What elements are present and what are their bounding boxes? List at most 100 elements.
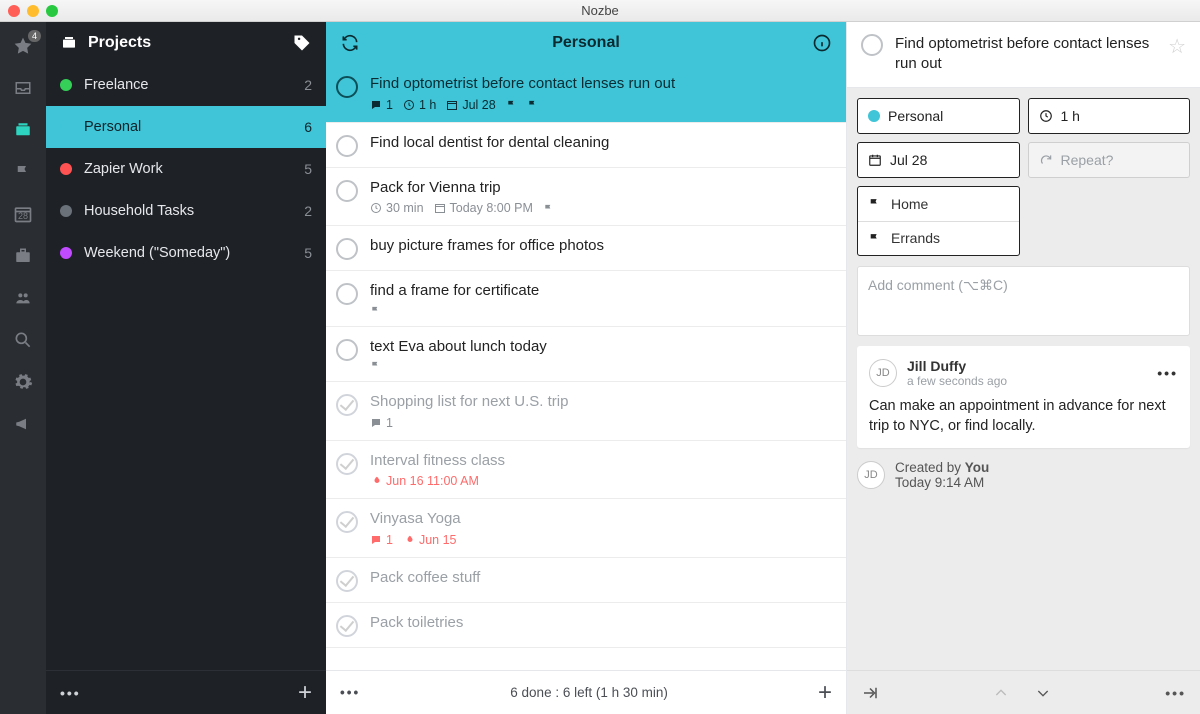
add-comment-input[interactable]: Add comment (⌥⌘C) (857, 266, 1190, 336)
detail-contexts[interactable]: Home Errands (857, 186, 1020, 256)
project-name: Freelance (84, 77, 292, 93)
rail-team[interactable] (9, 286, 37, 310)
task-row[interactable]: Find optometrist before contact lenses r… (326, 64, 846, 123)
suitcase-icon (14, 247, 32, 265)
task-panel-header: Personal (326, 22, 846, 64)
task-checkbox[interactable] (336, 615, 358, 637)
task-checkbox[interactable] (336, 76, 358, 98)
project-item[interactable]: Personal6 (46, 106, 326, 148)
comment-card: JD Jill Duffy a few seconds ago ••• Can … (857, 346, 1190, 449)
collapse-icon (861, 684, 879, 702)
task-name: Pack for Vienna trip (370, 178, 832, 198)
calendar-icon (434, 202, 446, 214)
detail-date-pill[interactable]: Jul 28 (857, 142, 1020, 178)
megaphone-icon (13, 415, 33, 433)
project-list: Freelance 2 Personal6 Zapier Work 5 Household… (46, 64, 326, 670)
chevron-down-icon (1035, 685, 1051, 701)
task-name: Interval fitness class (370, 451, 832, 471)
task-more-button[interactable]: ••• (340, 685, 360, 700)
project-name: Zapier Work (84, 161, 292, 177)
next-task-button[interactable] (1035, 685, 1051, 701)
context-item[interactable]: Home (858, 187, 1019, 221)
detail-project-pill[interactable]: Personal (857, 98, 1020, 134)
rail-settings[interactable] (9, 370, 37, 394)
tag-icon[interactable] (292, 33, 312, 53)
info-button[interactable] (810, 33, 834, 53)
rail-projects[interactable] (9, 118, 37, 142)
prev-task-button[interactable] (993, 685, 1009, 701)
project-count: 2 (304, 77, 312, 93)
task-checkbox[interactable] (336, 180, 358, 202)
task-checkbox[interactable] (336, 238, 358, 260)
project-color-dot (60, 163, 72, 175)
project-item[interactable]: Freelance 2 (46, 64, 326, 106)
task-name: Pack coffee stuff (370, 568, 832, 588)
fire-icon (403, 534, 415, 546)
rail-announce[interactable] (9, 412, 37, 436)
detail-star-button[interactable]: ☆ (1168, 34, 1186, 75)
refresh-button[interactable] (338, 33, 362, 53)
clock-icon (370, 202, 382, 214)
task-checkbox[interactable] (336, 339, 358, 361)
task-row[interactable]: Pack toiletries (326, 603, 846, 648)
comment-author: Jill Duffy (907, 358, 1147, 374)
projects-sidebar: Projects Freelance2Personal6Zapier Work5… (46, 22, 326, 714)
project-item[interactable]: Zapier Work 5 (46, 148, 326, 190)
task-row[interactable]: text Eva about lunch today (326, 327, 846, 383)
task-checkbox[interactable] (336, 283, 358, 305)
task-row[interactable]: Interval fitness classJun 16 11:00 AM (326, 441, 846, 500)
project-count: 5 (304, 161, 312, 177)
detail-more-button[interactable]: ••• (1165, 685, 1186, 701)
project-color-dot (868, 110, 880, 122)
refresh-icon (340, 33, 360, 53)
flag-icon (868, 232, 881, 245)
collapse-button[interactable] (861, 684, 879, 702)
project-item[interactable]: Household Tasks2 (46, 190, 326, 232)
project-color-dot (60, 121, 72, 133)
task-row[interactable]: Pack for Vienna trip30 minToday 8:00 PM (326, 168, 846, 227)
clock-icon (403, 99, 415, 111)
search-icon (13, 330, 33, 350)
detail-duration-pill[interactable]: 1 h (1028, 98, 1191, 134)
task-checkbox[interactable] (336, 453, 358, 475)
project-item[interactable]: Weekend ("Someday")5 (46, 232, 326, 274)
project-color-dot (60, 79, 72, 91)
task-name: Find local dentist for dental cleaning (370, 133, 832, 153)
flag-icon (370, 360, 381, 371)
created-avatar: JD (857, 461, 885, 489)
flag-icon (868, 197, 881, 210)
task-row[interactable]: find a frame for certificate (326, 271, 846, 327)
task-row[interactable]: Shopping list for next U.S. trip1 (326, 382, 846, 441)
sidebar-more-button[interactable]: ••• (60, 685, 81, 701)
task-row[interactable]: Vinyasa Yoga1Jun 15 (326, 499, 846, 558)
rail-badge: 4 (28, 30, 41, 42)
project-name: Household Tasks (84, 203, 292, 219)
detail-repeat-pill[interactable]: Repeat? (1028, 142, 1191, 178)
task-row[interactable]: Find local dentist for dental cleaning (326, 123, 846, 168)
task-checkbox[interactable] (336, 511, 358, 533)
comment-more-button[interactable]: ••• (1157, 365, 1178, 381)
task-row[interactable]: Pack coffee stuff (326, 558, 846, 603)
task-checkbox[interactable] (336, 135, 358, 157)
detail-complete-checkbox[interactable] (861, 34, 883, 56)
rail-templates[interactable] (9, 244, 37, 268)
flag-icon (506, 99, 517, 110)
task-row[interactable]: buy picture frames for office photos (326, 226, 846, 271)
task-checkbox[interactable] (336, 394, 358, 416)
clock-icon (1039, 109, 1053, 123)
context-item[interactable]: Errands (858, 221, 1019, 255)
detail-title[interactable]: Find optometrist before contact lenses r… (895, 34, 1156, 75)
project-name: Personal (84, 119, 292, 135)
detail-header: Find optometrist before contact lenses r… (847, 22, 1200, 88)
task-checkbox[interactable] (336, 570, 358, 592)
task-name: buy picture frames for office photos (370, 236, 832, 256)
rail-inbox[interactable] (9, 76, 37, 100)
rail-calendar[interactable]: 28 (9, 202, 37, 226)
add-task-button[interactable]: + (818, 679, 832, 707)
task-name: find a frame for certificate (370, 281, 832, 301)
rail-priority[interactable]: 4 (9, 34, 37, 58)
add-project-button[interactable]: + (298, 687, 312, 699)
task-meta: 1Jun 15 (370, 533, 832, 547)
rail-search[interactable] (9, 328, 37, 352)
rail-contexts[interactable] (9, 160, 37, 184)
